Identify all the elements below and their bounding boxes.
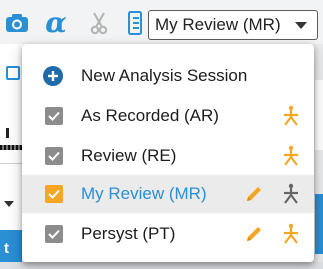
pencil-icon[interactable] xyxy=(244,184,264,204)
session-checkbox[interactable] xyxy=(45,225,63,243)
alpha-icon[interactable]: α xyxy=(43,9,69,37)
person-icon[interactable] xyxy=(281,223,301,245)
menu-item-as-recorded[interactable]: As Recorded (AR) xyxy=(22,97,314,135)
person-icon[interactable] xyxy=(281,145,301,167)
background-right-panel xyxy=(313,44,323,269)
edit-icon xyxy=(6,66,20,80)
session-checkbox[interactable] xyxy=(45,147,63,165)
menu-item-label: Review (RE) xyxy=(81,146,177,165)
document-icon[interactable] xyxy=(122,10,148,36)
background-panel-fragment xyxy=(315,80,323,150)
scissors-icon[interactable] xyxy=(86,10,112,36)
menu-item-label: As Recorded (AR) xyxy=(81,106,219,125)
menu-item-label: My Review (MR) xyxy=(81,184,207,203)
background-button-label: t xyxy=(4,240,9,257)
menu-item-label: New Analysis Session xyxy=(81,66,248,85)
background-bottom-strip xyxy=(0,262,323,269)
new-analysis-session-item[interactable]: New Analysis Session xyxy=(22,57,314,95)
menu-item-review[interactable]: Review (RE) xyxy=(22,137,314,175)
menu-item-persyst[interactable]: Persyst (PT) xyxy=(22,215,314,253)
person-icon[interactable] xyxy=(281,183,301,205)
menu-item-my-review[interactable]: My Review (MR) xyxy=(22,175,314,213)
review-select-value: My Review (MR) xyxy=(155,15,281,34)
pencil-icon[interactable] xyxy=(244,224,264,244)
chevron-down-icon xyxy=(295,22,307,29)
background-left-panel: t xyxy=(0,44,22,269)
waveform-fragment xyxy=(0,145,22,150)
toolbar: α My Review (MR) xyxy=(0,0,323,44)
review-select[interactable]: My Review (MR) xyxy=(148,10,318,40)
menu-item-label: Persyst (PT) xyxy=(81,224,176,243)
background-button-fragment xyxy=(315,194,323,254)
session-checkbox[interactable] xyxy=(45,185,63,203)
session-checkbox[interactable] xyxy=(45,107,63,125)
add-icon xyxy=(43,66,63,86)
person-icon[interactable] xyxy=(281,105,301,127)
divider xyxy=(0,163,22,164)
chevron-down-icon xyxy=(4,201,14,207)
camera-icon[interactable] xyxy=(4,10,30,36)
text-fragment xyxy=(6,128,9,138)
review-session-menu: New Analysis Session As Recorded (AR) Re… xyxy=(22,44,314,262)
